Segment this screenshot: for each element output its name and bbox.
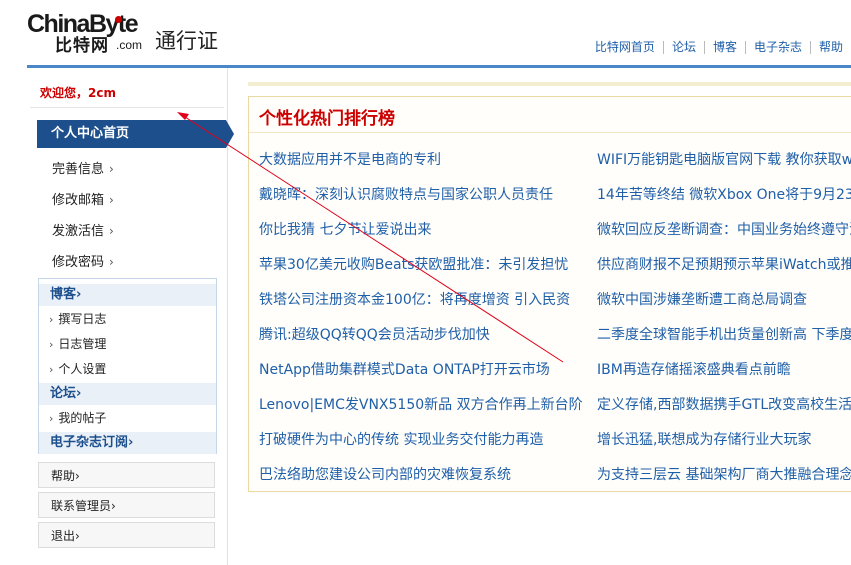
logo-text-cn: 比特网 bbox=[55, 36, 109, 56]
ranking-link-left-3[interactable]: 你比我猜 七夕节让爱说出来 bbox=[259, 221, 431, 239]
ranking-link-left-4[interactable]: 苹果30亿美元收购Beats获欧盟批准：未引发担忧 bbox=[259, 256, 568, 274]
contact-admin-button[interactable]: 联系管理员› bbox=[38, 492, 215, 518]
logo-text-en: ChinaByte bbox=[27, 10, 139, 38]
sidebar-item-change-email[interactable]: 修改邮箱 › bbox=[37, 185, 226, 215]
chinabyte-logo[interactable]: ChinaByte 比特网 .com bbox=[27, 10, 147, 56]
sub-item-label: 日志管理 bbox=[58, 337, 107, 351]
ranking-link-right-9[interactable]: 增长迅猛,联想成为存储行业大玩家 bbox=[597, 431, 811, 449]
ranking-link-right-8[interactable]: 定义存储,西部数据携手GTL改变高校生活 bbox=[597, 396, 851, 414]
logo-dot-icon bbox=[115, 16, 122, 23]
ranking-link-right-2[interactable]: 14年苦等终结 微软Xbox One将于9月23日 bbox=[597, 186, 851, 204]
header: ChinaByte 比特网 .com 通行证 比特网首页 论坛 博客 电子杂志 … bbox=[0, 0, 851, 66]
sidebar: 欢迎您，2cm 个人中心首页 完善信息 › 修改邮箱 › 发激活信 › 修改密码 › 博… bbox=[27, 68, 234, 565]
sub-item-my-posts[interactable]: › 我的帖子 bbox=[49, 410, 106, 427]
chevron-right-icon: › bbox=[76, 287, 82, 302]
chevron-right-icon: › bbox=[76, 386, 82, 401]
chevron-right-icon: › bbox=[109, 255, 114, 269]
nav-link-help[interactable]: 帮助 bbox=[809, 41, 843, 54]
ranking-divider bbox=[249, 132, 851, 133]
main-top-bar bbox=[248, 82, 851, 86]
sidebar-item-home[interactable]: 个人中心首页 bbox=[37, 120, 234, 148]
sidebar-item-complete-info[interactable]: 完善信息 › bbox=[37, 154, 226, 184]
sub-item-log-manage[interactable]: › 日志管理 bbox=[49, 336, 106, 353]
arrow-right-icon: › bbox=[49, 363, 54, 376]
ranking-link-right-6[interactable]: 二季度全球智能手机出货量创新高 下季度 bbox=[597, 326, 851, 344]
logout-button[interactable]: 退出› bbox=[38, 522, 215, 548]
chevron-right-icon: › bbox=[109, 193, 114, 207]
sidebar-item-label: 完善信息 bbox=[52, 162, 105, 177]
sub-menu-magazine-label: 电子杂志订阅 bbox=[50, 435, 129, 450]
chevron-right-icon: › bbox=[111, 499, 116, 513]
ranking-link-right-10[interactable]: 为支持三层云 基础架构厂商大推融合理念 bbox=[597, 466, 851, 484]
sub-menu-blog-label: 博客 bbox=[50, 287, 77, 302]
page-title: 通行证 bbox=[155, 29, 218, 53]
chevron-right-icon: › bbox=[75, 529, 80, 543]
ranking-link-left-10[interactable]: 巴法络助您建设公司内部的灾难恢复系统 bbox=[259, 466, 511, 484]
chevron-right-icon: › bbox=[109, 224, 114, 238]
sidebar-item-change-password[interactable]: 修改密码 › bbox=[37, 247, 226, 277]
sub-item-label: 我的帖子 bbox=[58, 411, 107, 425]
sub-menu-blog[interactable]: 博客› bbox=[39, 284, 216, 306]
nav-link-home[interactable]: 比特网首页 bbox=[587, 41, 663, 54]
help-button-label: 帮助 bbox=[51, 469, 76, 483]
sub-item-personal-settings[interactable]: › 个人设置 bbox=[49, 361, 106, 378]
sub-item-write-log[interactable]: › 撰写日志 bbox=[49, 311, 106, 328]
sub-menu-forum-label: 论坛 bbox=[50, 386, 77, 401]
ranking-link-right-3[interactable]: 微软回应反垄断调查：中国业务始终遵守法 bbox=[597, 221, 851, 239]
welcome-divider bbox=[30, 107, 224, 108]
top-nav: 比特网首页 论坛 博客 电子杂志 帮助 bbox=[587, 41, 843, 54]
ranking-link-right-7[interactable]: IBM再造存储摇滚盛典看点前瞻 bbox=[597, 361, 791, 379]
ranking-link-right-1[interactable]: WIFI万能钥匙电脑版官网下载 教你获取wi bbox=[597, 151, 851, 169]
logo-text-com: .com bbox=[116, 38, 143, 52]
ranking-link-left-7[interactable]: NetApp借助集群模式Data ONTAP打开云市场 bbox=[259, 361, 550, 379]
chevron-right-icon: › bbox=[75, 469, 80, 483]
arrow-right-icon: › bbox=[49, 338, 54, 351]
ranking-link-right-4[interactable]: 供应商财报不足预期预示苹果iWatch或推迟 bbox=[597, 256, 851, 274]
sidebar-item-send-activation[interactable]: 发激活信 › bbox=[37, 216, 226, 246]
nav-link-magazine[interactable]: 电子杂志 bbox=[744, 41, 810, 54]
arrow-right-icon: › bbox=[49, 313, 54, 326]
ranking-link-left-9[interactable]: 打破硬件为中心的传统 实现业务交付能力再造 bbox=[259, 431, 543, 449]
sub-item-label: 撰写日志 bbox=[58, 312, 107, 326]
welcome-text: 欢迎您，2cm bbox=[40, 86, 116, 100]
help-button[interactable]: 帮助› bbox=[38, 462, 215, 488]
sub-menu-magazine[interactable]: 电子杂志订阅› bbox=[39, 432, 216, 454]
logout-button-label: 退出 bbox=[51, 529, 76, 543]
sub-menu-box: 博客› › 撰写日志 › 日志管理 › 个人设置 论坛› › 我的帖子 电子杂志订阅› bbox=[38, 278, 217, 454]
chevron-right-icon: › bbox=[109, 162, 114, 176]
ranking-link-right-5[interactable]: 微软中国涉嫌垄断遭工商总局调查 bbox=[597, 291, 807, 309]
sidebar-item-label: 修改密码 bbox=[52, 255, 105, 270]
ranking-link-left-8[interactable]: Lenovo|EMC发VNX5150新品 双方合作再上新台阶 bbox=[259, 396, 583, 414]
ranking-link-left-2[interactable]: 戴晓晖：深刻认识腐败特点与国家公职人员责任 bbox=[259, 186, 553, 204]
sub-menu-forum[interactable]: 论坛› bbox=[39, 383, 216, 405]
nav-link-blog[interactable]: 博客 bbox=[703, 41, 745, 54]
sub-item-label: 个人设置 bbox=[58, 362, 107, 376]
sidebar-item-label: 发激活信 bbox=[52, 224, 105, 239]
ranking-link-left-6[interactable]: 腾讯:超级QQ转QQ会员活动步伐加快 bbox=[259, 326, 490, 344]
arrow-right-icon: › bbox=[49, 412, 54, 425]
sidebar-item-label: 修改邮箱 bbox=[52, 193, 105, 208]
ranking-link-left-1[interactable]: 大数据应用并不是电商的专利 bbox=[259, 151, 441, 169]
contact-admin-button-label: 联系管理员 bbox=[51, 499, 112, 513]
ranking-title: 个性化热门排行榜 bbox=[259, 109, 395, 129]
nav-link-forum[interactable]: 论坛 bbox=[662, 41, 704, 54]
chevron-right-icon: › bbox=[128, 435, 134, 450]
ranking-link-left-5[interactable]: 铁塔公司注册资本金100亿：将再度增资 引入民资 bbox=[259, 291, 570, 309]
